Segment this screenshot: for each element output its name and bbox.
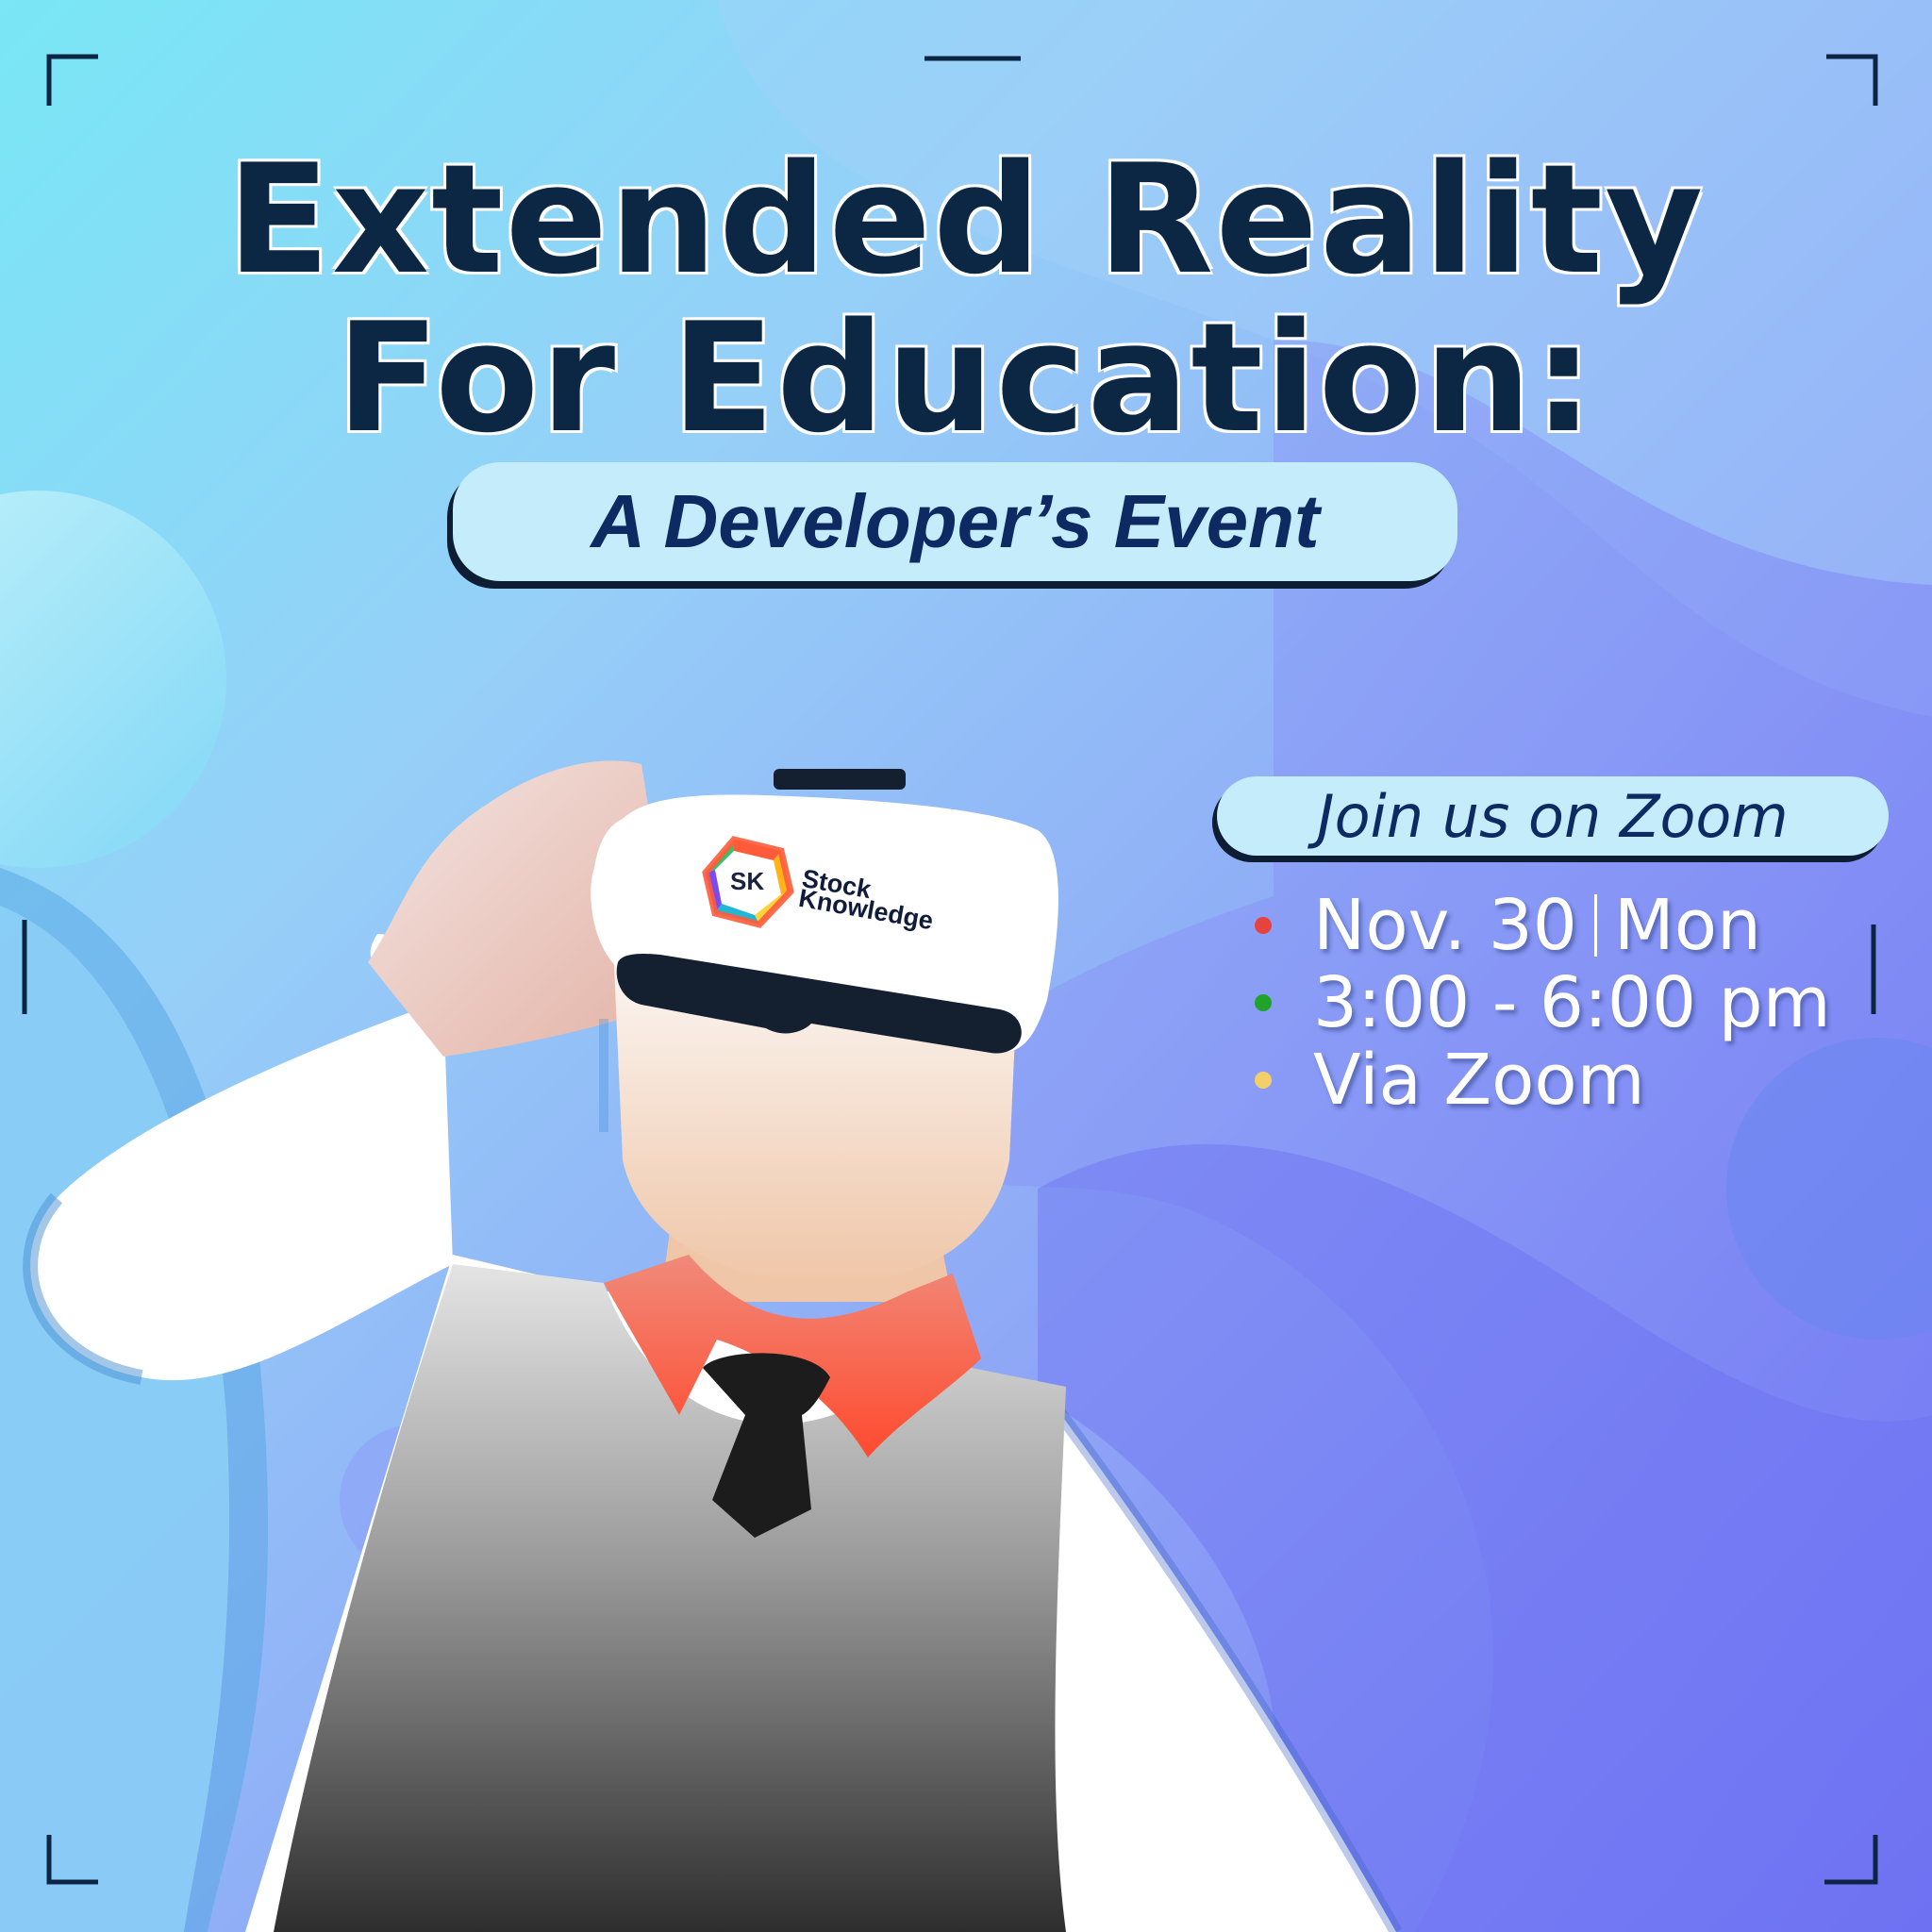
bullet-dot-icon — [1255, 994, 1272, 1011]
bullet-dot-icon — [1255, 917, 1272, 934]
headline-line2: For Education: — [336, 290, 1596, 466]
zoom-banner: Join us on Zoom — [1217, 776, 1889, 856]
date-item: Nov. 30 Mon — [1255, 885, 1831, 966]
subtitle-text: A Developer’s Event — [591, 479, 1320, 563]
bullet-dot-icon — [1255, 1072, 1272, 1089]
day-text: Mon — [1613, 885, 1761, 966]
time-item: 3:00 - 6:00 pm — [1255, 962, 1831, 1043]
date-text: Nov. 30 — [1313, 885, 1577, 966]
zoom-banner-text: Join us on Zoom — [1317, 781, 1789, 851]
subtitle-pill: A Developer’s Event — [453, 462, 1457, 581]
event-details: Nov. 30 Mon 3:00 - 6:00 pm Via Zoom — [1255, 885, 1831, 1121]
venue-item: Via Zoom — [1255, 1040, 1831, 1121]
divider — [1593, 894, 1597, 957]
logo-initials: SK — [730, 867, 765, 895]
venue-text: Via Zoom — [1313, 1040, 1645, 1121]
time-text: 3:00 - 6:00 pm — [1313, 962, 1831, 1043]
headline-line1: Extended Reality — [226, 131, 1706, 308]
